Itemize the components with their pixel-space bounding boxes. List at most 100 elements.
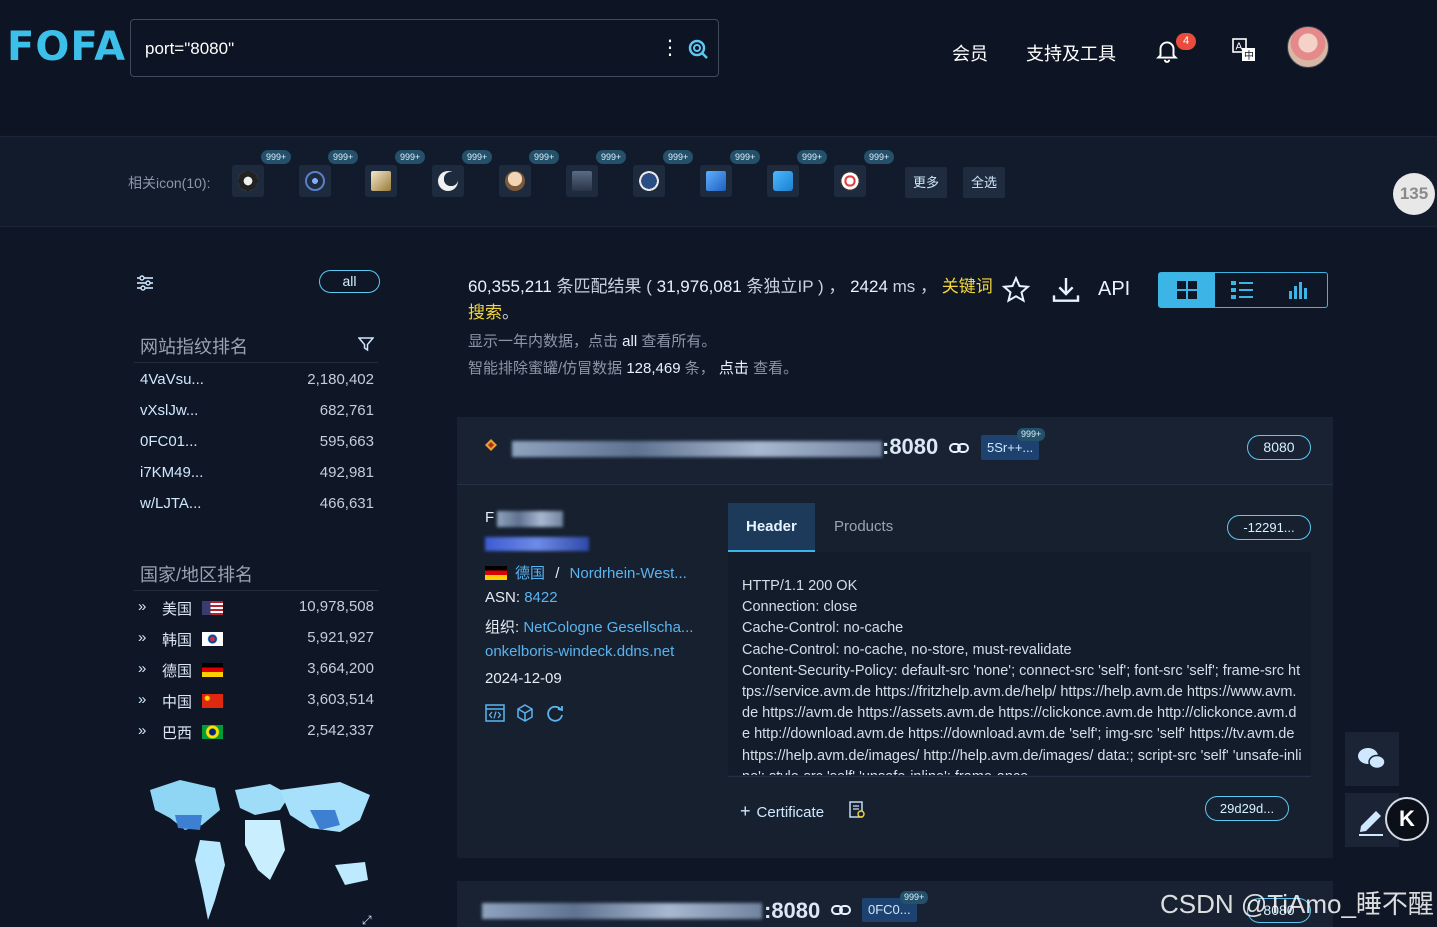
download-icon[interactable] (1050, 274, 1082, 306)
port-tag[interactable]: 8080 (1247, 435, 1311, 460)
link-icon[interactable] (831, 904, 851, 916)
show-all-link[interactable]: all (622, 333, 637, 350)
search-box[interactable]: ⋮ (130, 19, 719, 77)
more-vertical-icon[interactable]: ⋮ (660, 36, 680, 60)
more-icons-button[interactable]: 更多 (905, 167, 948, 198)
expand-chevron-icon[interactable]: » (138, 691, 146, 708)
list-icon (1231, 281, 1253, 299)
fingerprint-row[interactable]: w/LJTA... 466,631 (140, 495, 374, 515)
nav-tools[interactable]: 支持及工具 (1026, 40, 1116, 66)
favicon-4[interactable] (432, 165, 464, 197)
country-name[interactable]: 中国 (162, 691, 192, 712)
wechat-widget[interactable] (1345, 732, 1399, 786)
certificate-icon[interactable] (848, 801, 866, 819)
country-name[interactable]: 德国 (162, 660, 192, 681)
expand-chevron-icon[interactable]: » (138, 722, 146, 739)
fingerprint-name[interactable]: i7KM49... (140, 464, 203, 481)
note1-suffix: 查看所有。 (637, 333, 717, 350)
fingerprint-row[interactable]: 0FC01... 595,663 (140, 433, 374, 453)
favicon-5[interactable] (499, 165, 531, 197)
country-name[interactable]: 韩国 (162, 629, 192, 650)
select-all-icons-button[interactable]: 全选 (963, 167, 1006, 198)
all-filter-button[interactable]: all (319, 270, 380, 293)
fingerprint-count: 466,631 (319, 495, 374, 512)
stats-view-button[interactable] (1271, 273, 1327, 307)
favicon-3[interactable] (365, 165, 397, 197)
favicon-9[interactable] (767, 165, 799, 197)
expand-chevron-icon[interactable]: » (138, 660, 146, 677)
redacted-url[interactable] (482, 903, 762, 919)
country-row[interactable]: » 韩国 5,921,927 (138, 629, 374, 649)
favicon-8[interactable] (700, 165, 732, 197)
floating-badge[interactable]: 135 (1393, 173, 1435, 215)
tab-products[interactable]: Products (816, 503, 911, 552)
user-avatar[interactable] (1287, 26, 1329, 68)
location-region[interactable]: Nordrhein-West... (570, 565, 687, 582)
list-view-button[interactable] (1215, 273, 1271, 307)
expand-chevron-icon[interactable]: » (138, 598, 146, 615)
favicon-2[interactable] (299, 165, 331, 197)
favicon-count-badge: 999+ (596, 150, 627, 164)
certificate-hash-tag[interactable]: 29d29d... (1205, 796, 1289, 821)
link-icon[interactable] (949, 442, 969, 454)
search-input[interactable] (145, 36, 625, 62)
fingerprint-row[interactable]: vXslJw... 682,761 (140, 402, 374, 422)
fingerprint-name[interactable]: w/LJTA... (140, 495, 201, 512)
honeypot-note: 智能排除蜜罐/仿冒数据 128,469 条， 点击 查看。 (468, 357, 798, 378)
nav-member[interactable]: 会员 (952, 40, 988, 66)
country-name[interactable]: 巴西 (162, 722, 192, 743)
expand-chevron-icon[interactable]: » (138, 629, 146, 646)
refresh-icon[interactable] (545, 703, 565, 723)
honeypot-view-link[interactable]: 点击 (719, 360, 749, 377)
org-value[interactable]: NetCologne Gesellscha... (523, 619, 693, 636)
us-flag-icon (202, 601, 223, 615)
star-icon[interactable] (1001, 275, 1031, 305)
country-row[interactable]: » 中国 3,603,514 (138, 691, 374, 711)
org-row: 组织: NetCologne Gesellscha... (485, 616, 693, 637)
country-row[interactable]: » 美国 10,978,508 (138, 598, 374, 618)
api-link[interactable]: API (1098, 278, 1130, 301)
country-name[interactable]: 美国 (162, 598, 192, 619)
fingerprint-name[interactable]: 4VaVsu... (140, 371, 204, 388)
http-header-text: HTTP/1.1 200 OK Connection: close Cache-… (742, 578, 1302, 775)
summary-period: 。 (502, 303, 519, 322)
result-url-port[interactable]: :8080 (882, 434, 938, 460)
fofa-logo[interactable]: FOFA (7, 24, 126, 70)
cube-icon[interactable] (515, 703, 535, 723)
fingerprint-name[interactable]: 0FC01... (140, 433, 198, 450)
fingerprint-row[interactable]: i7KM49... 492,981 (140, 464, 374, 484)
k-app-badge[interactable]: K (1385, 797, 1429, 841)
country-row[interactable]: » 巴西 2,542,337 (138, 722, 374, 742)
header-hash-tag[interactable]: -12291... (1227, 515, 1311, 540)
sliders-icon[interactable] (136, 274, 154, 292)
http-header-panel[interactable]: HTTP/1.1 200 OK Connection: close Cache-… (728, 552, 1311, 775)
favicon-10[interactable] (834, 165, 866, 197)
asn-value[interactable]: 8422 (524, 589, 557, 606)
redacted-url[interactable] (512, 441, 882, 457)
favicon-1[interactable] (232, 165, 264, 197)
notification-count-badge: 4 (1176, 33, 1196, 50)
hash-count-badge: 999+ (1017, 428, 1046, 441)
result-card: :8080 5Sr++... 999+ 8080 F 德国 / Nordrhei… (457, 417, 1333, 858)
domain-link[interactable]: onkelboris-windeck.ddns.net (485, 643, 674, 660)
redacted-ip[interactable] (485, 537, 589, 551)
tab-header[interactable]: Header (728, 503, 815, 552)
translate-icon[interactable]: A 中 (1230, 36, 1258, 64)
fingerprint-row[interactable]: 4VaVsu... 2,180,402 (140, 371, 374, 391)
redacted-title (497, 511, 563, 527)
world-map[interactable]: ⤢ (140, 770, 380, 927)
grid-view-button[interactable] (1159, 273, 1215, 307)
query-time: 2424 (850, 277, 888, 296)
code-icon[interactable] (485, 703, 505, 723)
fingerprint-name[interactable]: vXslJw... (140, 402, 198, 419)
favicon-6[interactable] (566, 165, 598, 197)
funnel-icon[interactable] (358, 336, 374, 352)
location-country[interactable]: 德国 (515, 565, 545, 582)
country-row[interactable]: » 德国 3,664,200 (138, 660, 374, 680)
search-icon[interactable] (686, 37, 710, 61)
result-url-port[interactable]: :8080 (764, 898, 820, 924)
divider (134, 590, 378, 591)
certificate-toggle[interactable]: + Certificate (740, 801, 824, 822)
favicon-7[interactable] (633, 165, 665, 197)
top-bar: FOFA ⋮ 会员 支持及工具 4 A 中 (0, 0, 1437, 135)
